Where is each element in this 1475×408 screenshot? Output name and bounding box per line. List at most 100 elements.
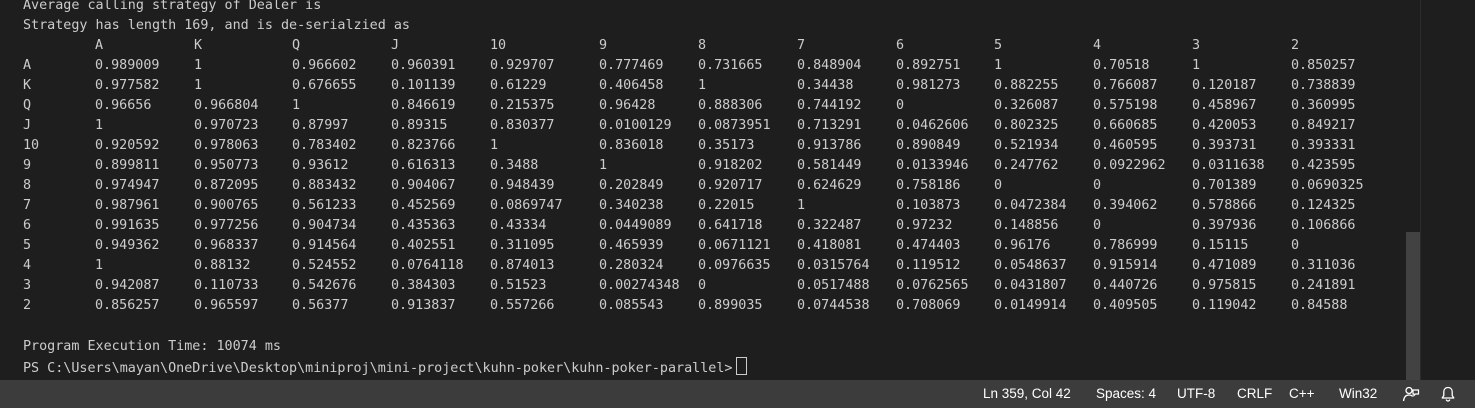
table-cell: 0.0976635 <box>698 258 771 273</box>
terminal-prompt: PS C:\Users\mayan\OneDrive\Desktop\minip… <box>23 361 733 376</box>
table-cell: 0.120187 <box>1192 78 1257 93</box>
table-cell: 1 <box>994 58 1003 73</box>
table-cell: 0 <box>1093 178 1102 193</box>
table-cell: 1 <box>490 138 499 153</box>
row-label: 8 <box>23 178 32 193</box>
table-cell: 0.920592 <box>95 138 160 153</box>
table-cell: 0.458967 <box>1192 98 1257 113</box>
table-cell: 0.942087 <box>95 278 160 293</box>
table-cell: 0 <box>896 98 905 113</box>
column-header: A <box>95 38 104 53</box>
row-label: 4 <box>23 258 32 273</box>
table-cell: 0.0133946 <box>896 158 969 173</box>
table-cell: 0.148856 <box>994 218 1059 233</box>
table-cell: 1 <box>599 158 608 173</box>
table-cell: 1 <box>797 198 806 213</box>
table-cell: 0.0873951 <box>698 118 771 133</box>
table-cell: 0.660685 <box>1093 118 1158 133</box>
table-cell: 0.84588 <box>1291 298 1348 313</box>
table-cell: 0.744192 <box>797 98 862 113</box>
table-cell: 0.766087 <box>1093 78 1158 93</box>
table-cell: 0.241891 <box>1291 278 1356 293</box>
table-cell: 0.397936 <box>1192 218 1257 233</box>
column-header: 3 <box>1192 38 1201 53</box>
table-cell: 0.0762565 <box>896 278 969 293</box>
execution-time-line: Program Execution Time: 10074 ms <box>23 339 281 354</box>
status-language-mode[interactable]: C++ <box>1289 380 1315 408</box>
table-cell: 0.409505 <box>1093 298 1158 313</box>
table-cell: 0.0149914 <box>994 298 1067 313</box>
terminal-panel[interactable]: Average calling strategy of Dealer is St… <box>0 0 1420 380</box>
table-cell: 0 <box>1093 218 1102 233</box>
table-cell: 0.085543 <box>599 298 664 313</box>
table-cell: 0 <box>698 278 707 293</box>
table-cell: 0.974947 <box>95 178 160 193</box>
table-cell: 0.106866 <box>1291 218 1356 233</box>
terminal-scrollbar-thumb[interactable] <box>1406 232 1420 380</box>
table-cell: 0.950773 <box>194 158 259 173</box>
table-cell: 0.124325 <box>1291 198 1356 213</box>
table-cell: 0.849217 <box>1291 118 1356 133</box>
table-cell: 0.202849 <box>599 178 664 193</box>
terminal-header-line-2: Strategy has length 169, and is de-seria… <box>23 18 410 33</box>
status-cursor-position[interactable]: Ln 359, Col 42 <box>983 380 1071 408</box>
column-header: 9 <box>599 38 608 53</box>
table-cell: 0.34438 <box>797 78 854 93</box>
table-cell: 0.521934 <box>994 138 1059 153</box>
table-cell: 0.0869747 <box>490 198 563 213</box>
table-cell: 0.0315764 <box>797 258 870 273</box>
status-indentation[interactable]: Spaces: 4 <box>1096 380 1156 408</box>
table-cell: 0.915914 <box>1093 258 1158 273</box>
table-cell: 0.93612 <box>292 158 349 173</box>
table-cell: 0.393331 <box>1291 138 1356 153</box>
table-cell: 0.899035 <box>698 298 763 313</box>
terminal-cursor[interactable] <box>736 357 748 375</box>
table-cell: 0.471089 <box>1192 258 1257 273</box>
table-cell: 0.823766 <box>391 138 456 153</box>
prompt-line[interactable]: PS C:\Users\mayan\OneDrive\Desktop\minip… <box>23 357 748 377</box>
table-cell: 0.311036 <box>1291 258 1356 273</box>
table-cell: 0.0671121 <box>698 238 771 253</box>
table-cell: 0.474403 <box>896 238 961 253</box>
feedback-person-icon[interactable] <box>1402 385 1420 403</box>
table-cell: 1 <box>698 78 707 93</box>
table-cell: 0.978063 <box>194 138 259 153</box>
table-cell: 0.435363 <box>391 218 456 233</box>
terminal-header-line-1: Average calling strategy of Dealer is <box>23 0 322 13</box>
status-encoding[interactable]: UTF-8 <box>1177 380 1215 408</box>
table-cell: 0.624629 <box>797 178 862 193</box>
table-cell: 0.578866 <box>1192 198 1257 213</box>
table-cell: 0.0431807 <box>994 278 1067 293</box>
row-label: K <box>23 78 32 93</box>
table-cell: 0.542676 <box>292 278 357 293</box>
table-cell: 0.0311638 <box>1192 158 1265 173</box>
table-cell: 0.904067 <box>391 178 456 193</box>
table-cell: 0.56377 <box>292 298 349 313</box>
table-cell: 0.89315 <box>391 118 448 133</box>
table-cell: 0.966804 <box>194 98 259 113</box>
column-header: 6 <box>896 38 905 53</box>
table-cell: 0.0548637 <box>994 258 1067 273</box>
table-cell: 0.0449089 <box>599 218 672 233</box>
table-cell: 0.918202 <box>698 158 763 173</box>
table-cell: 0.70518 <box>1093 58 1150 73</box>
table-cell: 0.423595 <box>1291 158 1356 173</box>
notification-bell-icon[interactable] <box>1439 385 1457 403</box>
table-cell: 0.0690325 <box>1291 178 1364 193</box>
table-cell: 0.0517488 <box>797 278 870 293</box>
row-label: 9 <box>23 158 32 173</box>
row-label: 5 <box>23 238 32 253</box>
table-cell: 0.899811 <box>95 158 160 173</box>
table-cell: 0.0472384 <box>994 198 1067 213</box>
table-cell: 0.892751 <box>896 58 961 73</box>
table-cell: 0.340238 <box>599 198 664 213</box>
status-line-ending[interactable]: CRLF <box>1237 380 1272 408</box>
table-cell: 0.575198 <box>1093 98 1158 113</box>
table-cell: 1 <box>95 258 104 273</box>
table-cell: 0.96428 <box>599 98 656 113</box>
table-cell: 0.51523 <box>490 278 547 293</box>
status-platform[interactable]: Win32 <box>1339 380 1377 408</box>
table-cell: 0.786999 <box>1093 238 1158 253</box>
terminal-scrollbar[interactable] <box>1406 0 1420 380</box>
table-cell: 0.22015 <box>698 198 755 213</box>
